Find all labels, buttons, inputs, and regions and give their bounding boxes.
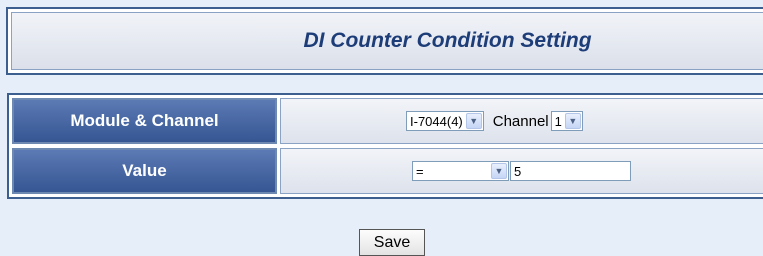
header-panel: DI Counter Condition Setting bbox=[6, 7, 763, 75]
value-cell: = ▼ bbox=[280, 148, 763, 194]
value-input[interactable] bbox=[510, 161, 631, 181]
save-button[interactable]: Save bbox=[359, 229, 425, 256]
channel-label: Channel bbox=[492, 112, 549, 130]
page-title: DI Counter Condition Setting bbox=[303, 29, 592, 52]
chevron-down-icon: ▼ bbox=[564, 113, 581, 129]
header-bar: DI Counter Condition Setting bbox=[11, 12, 763, 70]
value-label: Value bbox=[12, 148, 277, 194]
chevron-down-icon: ▼ bbox=[465, 113, 482, 129]
module-channel-row: Module & Channel I-7044(4) ▼ Channel 1 ▼ bbox=[12, 98, 763, 144]
module-select-value: I-7044(4) bbox=[410, 113, 463, 129]
channel-select-value: 1 bbox=[554, 113, 562, 129]
module-channel-value-cell: I-7044(4) ▼ Channel 1 ▼ bbox=[280, 98, 763, 144]
value-row: Value = ▼ bbox=[12, 148, 763, 194]
channel-select[interactable]: 1 ▼ bbox=[550, 111, 583, 131]
module-select[interactable]: I-7044(4) ▼ bbox=[406, 111, 484, 131]
chevron-down-icon: ▼ bbox=[491, 163, 507, 179]
module-channel-label: Module & Channel bbox=[12, 98, 277, 144]
settings-table: Module & Channel I-7044(4) ▼ Channel 1 ▼… bbox=[7, 93, 763, 199]
operator-select-value: = bbox=[416, 163, 424, 179]
operator-select[interactable]: = ▼ bbox=[412, 161, 509, 181]
